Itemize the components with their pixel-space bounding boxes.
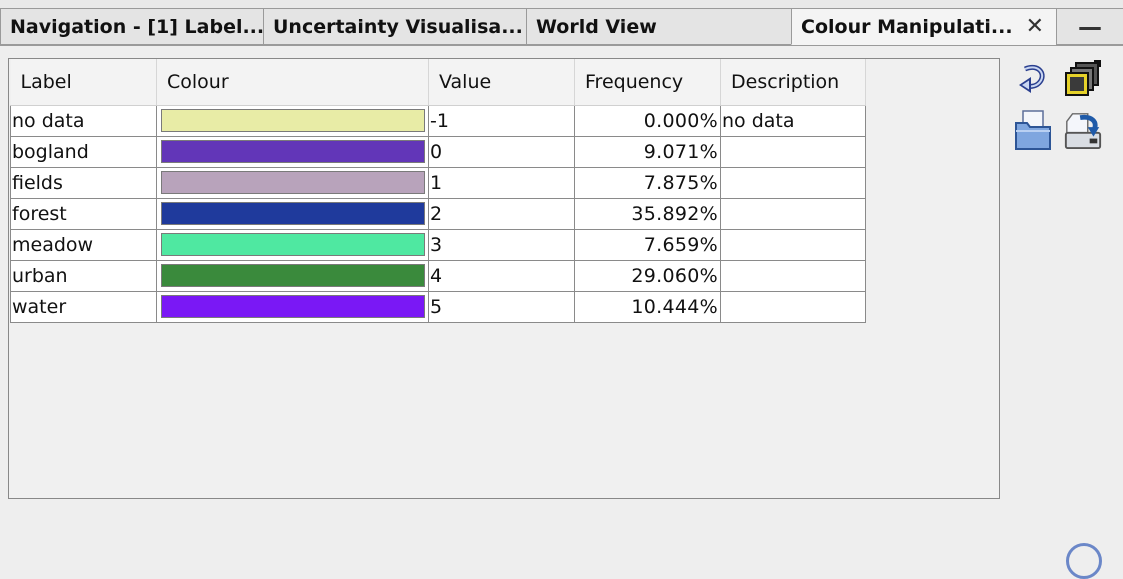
cell-colour[interactable] [156,259,429,292]
cell-value[interactable]: 3 [428,228,575,261]
colour-swatch[interactable] [161,264,425,287]
cell-frequency: 35.892% [574,197,721,230]
column-header-value[interactable]: Value [428,59,575,106]
cell-description[interactable]: no data [720,104,866,137]
cell-label[interactable]: meadow [10,228,157,261]
cell-label[interactable]: water [10,290,157,323]
column-header-description[interactable]: Description [720,59,866,106]
cell-colour[interactable] [156,197,429,230]
cell-description[interactable] [720,259,866,292]
table-header-row: Label Colour Value Frequency Description [10,59,866,106]
layers-icon[interactable] [1063,59,1103,99]
cell-description[interactable] [720,228,866,261]
tab-label: Navigation - [1] Label... [10,15,264,38]
tab-label: Colour Manipulati... [801,15,1013,38]
cell-value[interactable]: 4 [428,259,575,292]
colour-table: Label Colour Value Frequency Description… [10,59,866,323]
cell-description[interactable] [720,135,866,168]
cell-colour[interactable] [156,135,429,168]
cell-frequency: 0.000% [574,104,721,137]
column-header-label[interactable]: Label [10,59,157,106]
column-header-frequency[interactable]: Frequency [574,59,721,106]
cell-frequency: 7.875% [574,166,721,199]
cell-label[interactable]: urban [10,259,157,292]
cell-value[interactable]: 5 [428,290,575,323]
table-row[interactable]: meadow 3 7.659% [10,228,866,261]
colour-swatch[interactable] [161,295,425,318]
cell-value[interactable]: 0 [428,135,575,168]
column-header-colour[interactable]: Colour [156,59,429,106]
cell-value[interactable]: 1 [428,166,575,199]
cell-frequency: 9.071% [574,135,721,168]
colour-swatch[interactable] [161,109,425,132]
cell-colour[interactable] [156,228,429,261]
cell-label[interactable]: no data [10,104,157,137]
cell-label[interactable]: fields [10,166,157,199]
table-row[interactable]: bogland 0 9.071% [10,135,866,168]
cell-description[interactable] [720,197,866,230]
tab-navigation[interactable]: Navigation - [1] Label... [0,8,264,45]
cell-label[interactable]: forest [10,197,157,230]
table-row[interactable]: forest 2 35.892% [10,197,866,230]
table-row[interactable]: no data -1 0.000% no data [10,104,866,137]
minimize-button[interactable]: — [1056,8,1123,45]
cell-colour[interactable] [156,290,429,323]
open-file-icon[interactable] [1013,110,1053,150]
cell-frequency: 7.659% [574,228,721,261]
table-row[interactable]: water 5 10.444% [10,290,866,323]
cell-description[interactable] [720,166,866,199]
cell-frequency: 10.444% [574,290,721,323]
cell-description[interactable] [720,290,866,323]
tab-uncertainty-visualisation[interactable]: Uncertainty Visualisa... [263,8,527,45]
colour-table-viewport: Label Colour Value Frequency Description… [8,58,1000,499]
tab-bar: Navigation - [1] Label... Uncertainty Vi… [0,0,1123,46]
help-icon[interactable] [1066,543,1102,579]
tab-label: Uncertainty Visualisa... [273,15,523,38]
tab-label: World View [536,15,657,38]
table-row[interactable]: urban 4 29.060% [10,259,866,292]
colour-manipulation-panel: Label Colour Value Frequency Description… [0,45,1123,579]
cell-value[interactable]: -1 [428,104,575,137]
tab-world-view[interactable]: World View [526,8,792,45]
cell-colour[interactable] [156,104,429,137]
cell-label[interactable]: bogland [10,135,157,168]
colour-swatch[interactable] [161,140,425,163]
table-row[interactable]: fields 1 7.875% [10,166,866,199]
cell-frequency: 29.060% [574,259,721,292]
close-icon[interactable]: ✕ [1026,14,1044,39]
colour-swatch[interactable] [161,202,425,225]
colour-swatch[interactable] [161,171,425,194]
colour-swatch[interactable] [161,233,425,256]
cell-value[interactable]: 2 [428,197,575,230]
refresh-icon[interactable] [1013,60,1053,100]
cell-colour[interactable] [156,166,429,199]
save-file-icon[interactable] [1063,110,1103,150]
tab-colour-manipulation[interactable]: Colour Manipulati... ✕ [791,8,1057,45]
